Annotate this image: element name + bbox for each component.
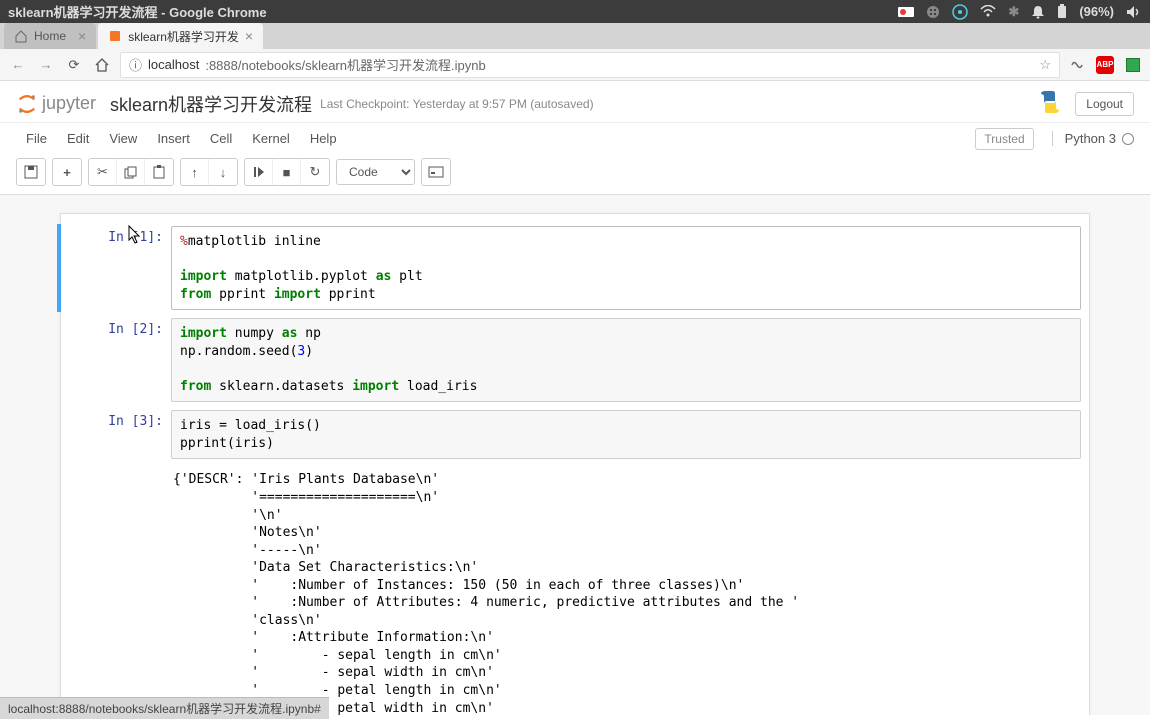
info-icon[interactable]: ⓘ — [129, 55, 142, 74]
add-cell-button[interactable]: + — [53, 159, 81, 185]
cell-prompt: In [3]: — [61, 410, 171, 459]
code-input[interactable]: iris = load_iris() pprint(iris) — [171, 410, 1081, 459]
python-logo-icon — [1037, 89, 1063, 118]
nav-forward-button[interactable]: → — [36, 55, 56, 75]
tab-label: sklearn机器学习开发 — [128, 28, 239, 45]
tab-label: Home — [34, 29, 66, 43]
checkpoint-info: Last Checkpoint: Yesterday at 9:57 PM (a… — [320, 97, 594, 111]
home-button[interactable] — [92, 55, 112, 75]
notifications-icon[interactable] — [1031, 4, 1045, 19]
browser-tab-strip: Home × sklearn机器学习开发 × — [0, 23, 1150, 49]
cell-type-select[interactable]: Code — [336, 159, 415, 185]
code-input[interactable]: %matplotlib inline import matplotlib.pyp… — [171, 226, 1081, 310]
status-bar: localhost:8888/notebooks/sklearn机器学习开发流程… — [0, 697, 329, 719]
menu-cell[interactable]: Cell — [200, 127, 242, 150]
menu-file[interactable]: File — [16, 127, 57, 150]
command-palette-button[interactable] — [422, 159, 450, 185]
battery-icon[interactable] — [1057, 4, 1067, 19]
notebook-body: In [1]: %matplotlib inline import matplo… — [0, 195, 1150, 715]
menu-bar: File Edit View Insert Cell Kernel Help T… — [0, 122, 1150, 154]
output-prompt — [61, 467, 171, 715]
code-cell[interactable]: In [2]: import numpy as np np.random.see… — [61, 316, 1089, 404]
volume-icon[interactable] — [1126, 5, 1142, 19]
system-tray: ✱ (96%) — [898, 4, 1142, 20]
code-cell[interactable]: In [1]: %matplotlib inline import matplo… — [57, 224, 1089, 312]
url-path: :8888/notebooks/sklearn机器学习开发流程.ipynb — [205, 55, 485, 74]
paste-button[interactable] — [145, 159, 173, 185]
browser-url-bar: ← → ⟳ ⓘ localhost :8888/notebooks/sklearn… — [0, 49, 1150, 81]
move-down-button[interactable]: ↓ — [209, 159, 237, 185]
adblock-icon[interactable]: ABP — [1096, 56, 1114, 74]
compass-icon[interactable] — [952, 4, 968, 20]
code-cell[interactable]: In [3]: iris = load_iris() pprint(iris) — [61, 408, 1089, 461]
jupyter-wordmark: jupyter — [42, 93, 96, 114]
cell-output: {'DESCR': 'Iris Plants Database\n' '====… — [171, 467, 1081, 715]
wifi-icon[interactable] — [980, 5, 996, 18]
move-up-button[interactable]: ↑ — [181, 159, 209, 185]
star-icon[interactable]: ☆ — [1039, 57, 1051, 73]
menu-edit[interactable]: Edit — [57, 127, 99, 150]
nav-back-button[interactable]: ← — [8, 55, 28, 75]
os-title-bar: sklearn机器学习开发流程 - Google Chrome ✱ (96%) — [0, 0, 1150, 23]
notebook-favicon — [108, 29, 122, 43]
record-icon[interactable] — [898, 6, 914, 18]
browser-tab-notebook[interactable]: sklearn机器学习开发 × — [98, 23, 263, 49]
kernel-status-icon — [1122, 133, 1134, 145]
cell-prompt: In [2]: — [61, 318, 171, 402]
reload-button[interactable]: ⟳ — [64, 55, 84, 75]
menu-help[interactable]: Help — [300, 127, 347, 150]
url-host: localhost — [148, 57, 199, 72]
cut-button[interactable]: ✂ — [89, 159, 117, 185]
close-icon[interactable]: × — [78, 28, 86, 44]
output-cell: {'DESCR': 'Iris Plants Database\n' '====… — [61, 465, 1089, 715]
window-title: sklearn机器学习开发流程 - Google Chrome — [8, 2, 267, 21]
extension-icon-2[interactable] — [1124, 56, 1142, 74]
extension-icon[interactable] — [1068, 56, 1086, 74]
toolbar: + ✂ ↑ ↓ ■ ↻ Code — [0, 154, 1150, 195]
trusted-badge[interactable]: Trusted — [975, 128, 1033, 150]
battery-percent: (96%) — [1079, 4, 1114, 19]
home-icon — [14, 29, 28, 43]
restart-button[interactable]: ↻ — [301, 159, 329, 185]
logout-button[interactable]: Logout — [1075, 92, 1134, 116]
menu-kernel[interactable]: Kernel — [242, 127, 300, 150]
save-button[interactable] — [17, 159, 45, 185]
jupyter-logo[interactable]: jupyter — [16, 93, 96, 115]
notebook-title[interactable]: sklearn机器学习开发流程 — [110, 91, 312, 117]
menu-insert[interactable]: Insert — [147, 127, 200, 150]
menu-view[interactable]: View — [99, 127, 147, 150]
stop-button[interactable]: ■ — [273, 159, 301, 185]
copy-button[interactable] — [117, 159, 145, 185]
browser-tab-home[interactable]: Home × — [4, 23, 96, 49]
close-icon[interactable]: × — [245, 28, 253, 44]
cell-prompt: In [1]: — [61, 226, 171, 310]
run-button[interactable] — [245, 159, 273, 185]
bluetooth-icon[interactable]: ✱ — [1008, 4, 1019, 20]
url-input[interactable]: ⓘ localhost :8888/notebooks/sklearn机器学习开发… — [120, 52, 1060, 78]
notebook-header: jupyter sklearn机器学习开发流程 Last Checkpoint:… — [0, 81, 1150, 122]
code-input[interactable]: import numpy as np np.random.seed(3) fro… — [171, 318, 1081, 402]
grid-icon[interactable] — [926, 5, 940, 19]
kernel-name[interactable]: Python 3 — [1052, 131, 1116, 146]
notebook-container: In [1]: %matplotlib inline import matplo… — [60, 213, 1090, 715]
